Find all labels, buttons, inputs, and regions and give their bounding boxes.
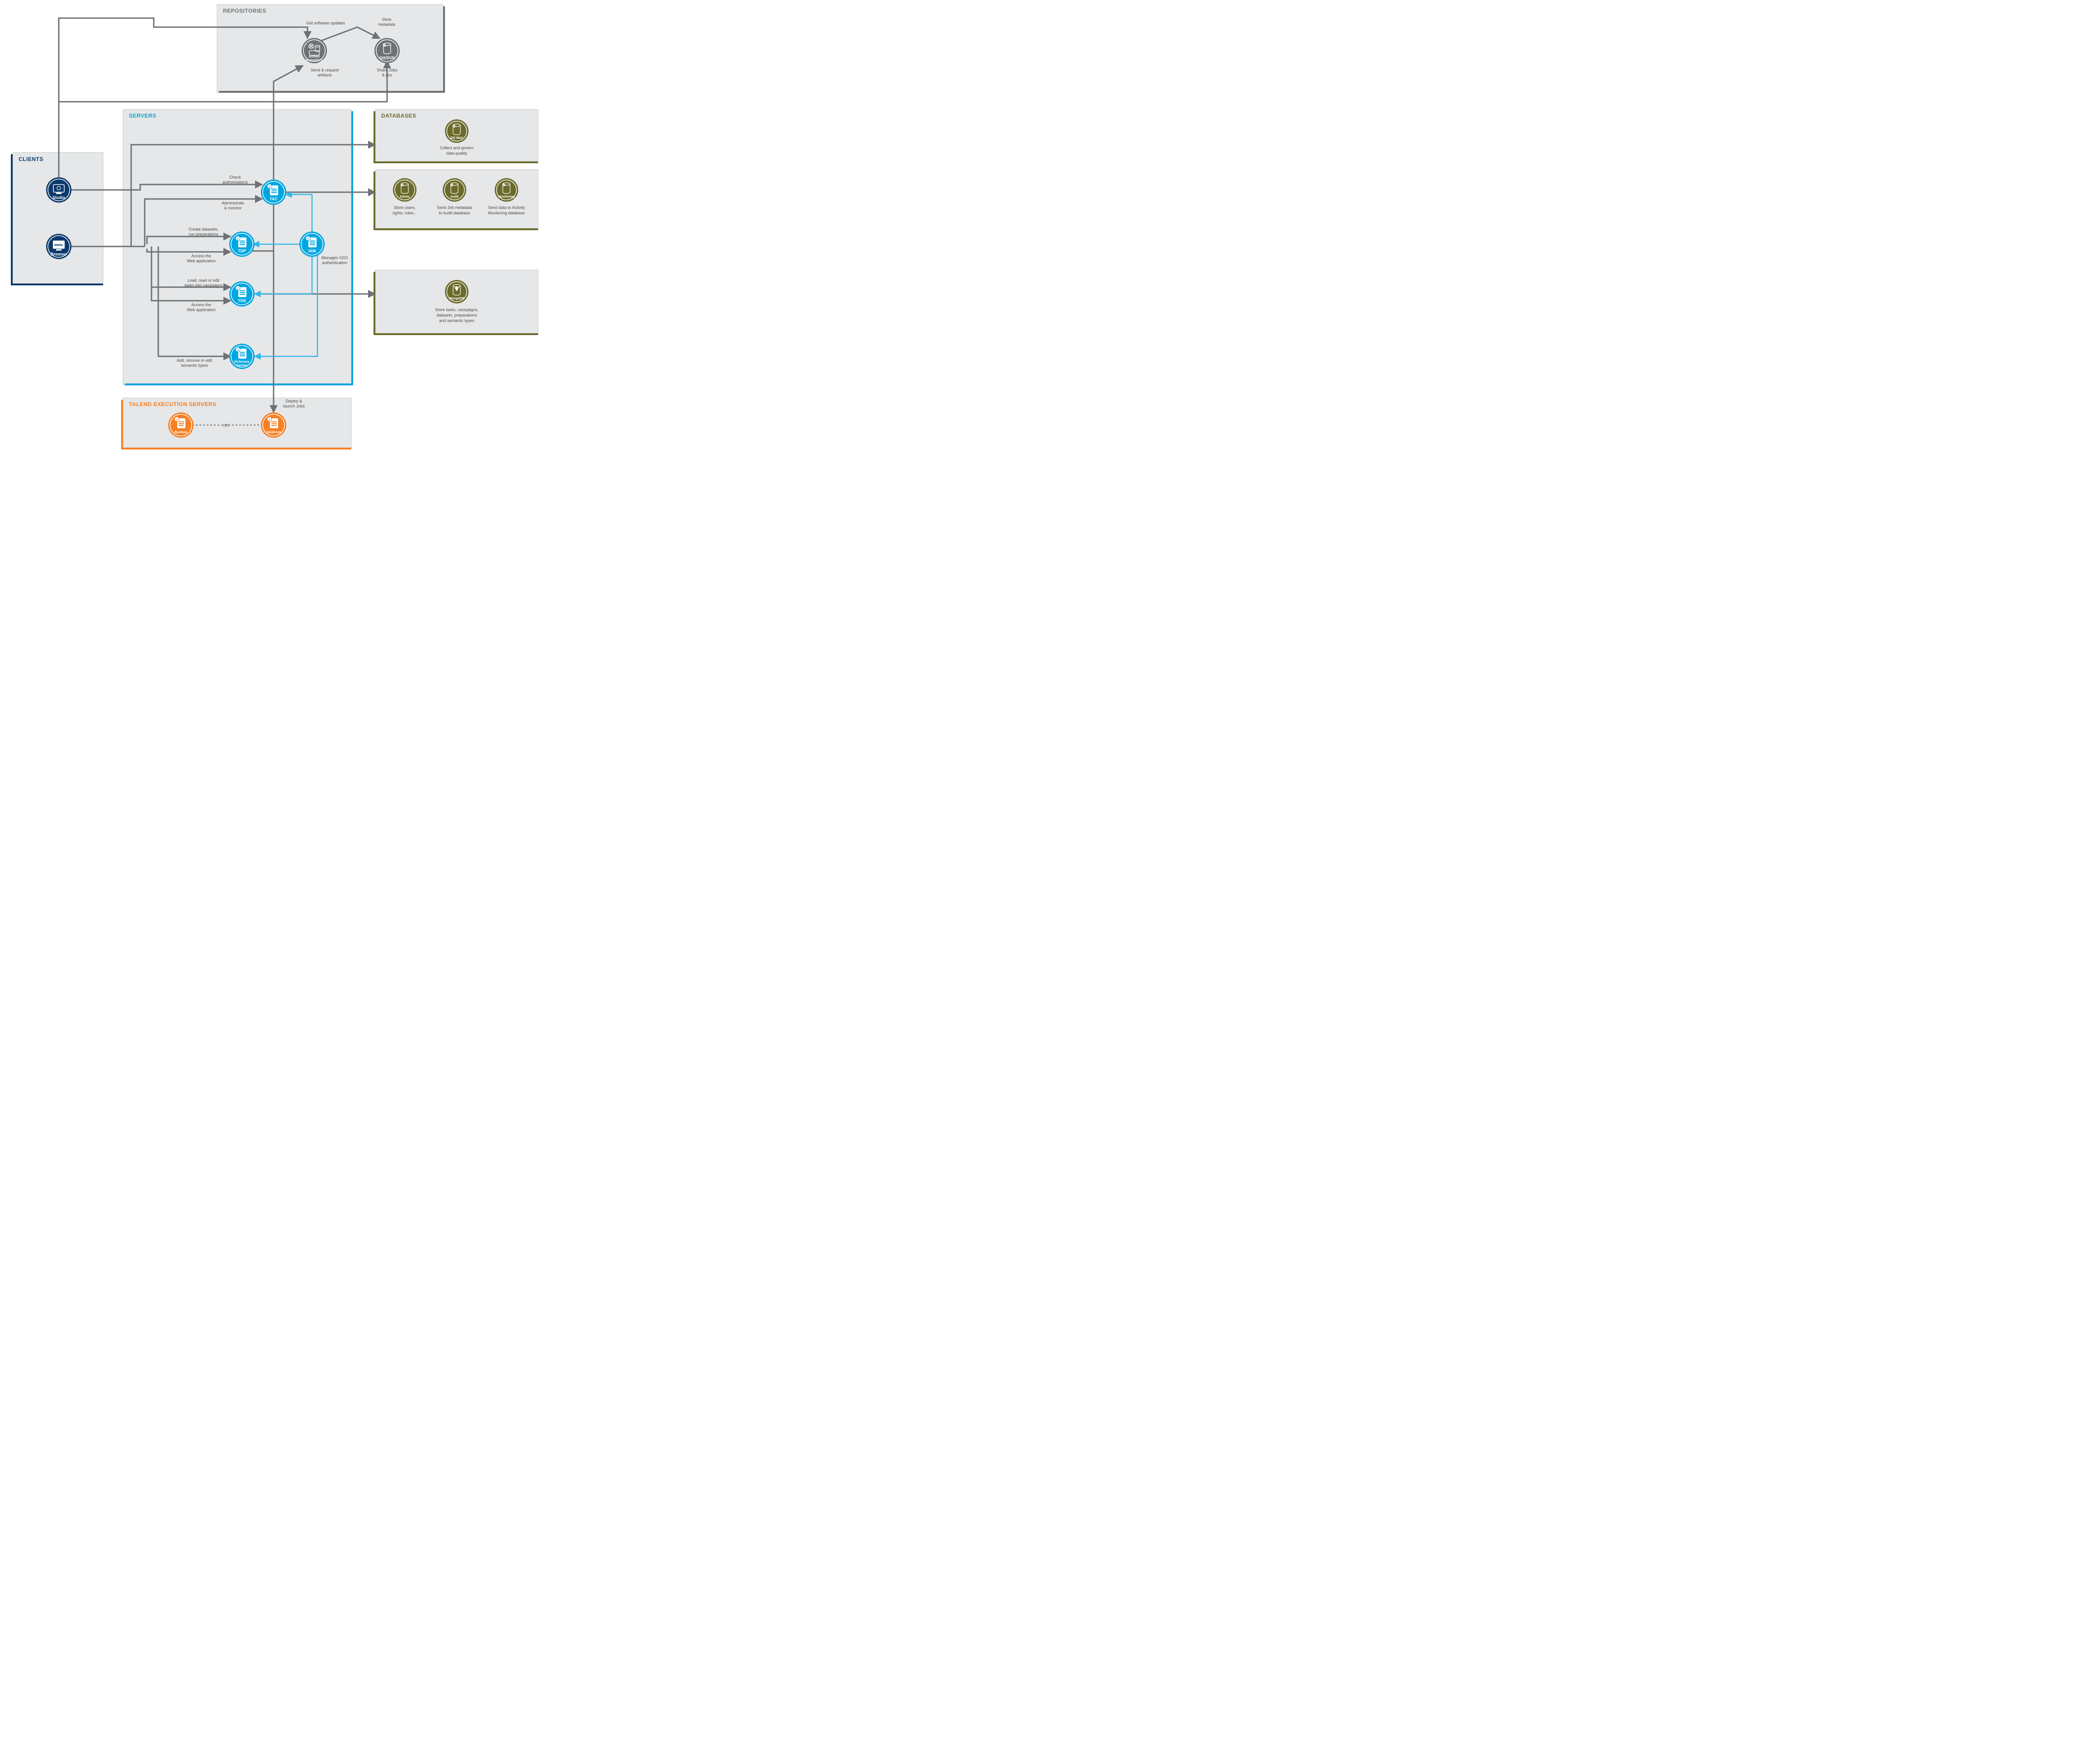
svg-text:Deploy &: Deploy & — [286, 399, 303, 403]
node-artifact-repo: Artifact Repository — [302, 38, 327, 63]
svg-text:data quality: data quality — [446, 151, 468, 156]
svg-text:Service: Service — [236, 364, 248, 367]
node-jobserver: t JobServer — [261, 412, 286, 438]
svg-text:metadata: metadata — [378, 22, 395, 27]
node-admin: t Admin — [393, 178, 416, 202]
svg-text:tasks into campaigns: tasks into campaigns — [184, 283, 223, 288]
svg-text:& doc: & doc — [382, 73, 393, 77]
clients-title: CLIENTS — [19, 156, 43, 162]
svg-text:to Audit database: to Audit database — [439, 211, 470, 215]
node-tdp: t TDP — [229, 232, 255, 257]
svg-text:Access the: Access the — [191, 303, 211, 307]
svg-text:Audit: Audit — [450, 195, 459, 199]
node-tds: t TDS — [229, 281, 255, 307]
svg-text:IAM: IAM — [308, 249, 316, 253]
svg-text:TDP: TDP — [238, 249, 246, 253]
svg-text:Admin: Admin — [400, 195, 410, 199]
svg-text:Send & request: Send & request — [311, 68, 339, 72]
svg-text:Monitoring database: Monitoring database — [488, 211, 525, 215]
svg-text:TAC: TAC — [270, 197, 278, 201]
svg-text:datasets, preparations: datasets, preparations — [436, 313, 477, 317]
group-clients: CLIENTS — [11, 152, 103, 285]
svg-text:Studio: Studio — [52, 195, 65, 200]
svg-text:Send data to Activity: Send data to Activity — [488, 205, 525, 210]
node-dictionary: t Dictionary Service — [229, 344, 255, 369]
svg-text:Access the: Access the — [191, 254, 211, 258]
svg-text:Collect and govern: Collect and govern — [440, 146, 473, 150]
node-mongodb: MongoDB — [445, 280, 468, 303]
servers-title: SERVERS — [129, 113, 156, 119]
node-monitoring: t Monitoring — [495, 178, 518, 202]
svg-text:run preparations: run preparations — [189, 232, 218, 237]
svg-text:OR: OR — [223, 423, 229, 428]
svg-text:Dictionary: Dictionary — [234, 360, 250, 364]
svg-text:Create datasets,: Create datasets, — [189, 227, 218, 232]
svg-text:Store tasks, campaigns,: Store tasks, campaigns, — [435, 308, 478, 312]
svg-text:Load, read or edit: Load, read or edit — [188, 278, 220, 283]
svg-text:& monitor: & monitor — [224, 206, 242, 210]
svg-text:Browser: Browser — [51, 252, 67, 256]
node-tac: t TAC — [261, 180, 286, 205]
node-dqmart: t DQ Mart — [445, 119, 468, 143]
svg-text:DQ Mart: DQ Mart — [450, 137, 463, 140]
svg-text:semantic types: semantic types — [181, 363, 208, 368]
svg-text:launch Jobs: launch Jobs — [283, 404, 305, 408]
node-runtime: t Runtime — [168, 412, 194, 438]
group-execution: TALEND EXECUTION SERVERS — [121, 398, 351, 449]
node-browser: www. Browser — [46, 234, 71, 259]
databases-title: DATABASES — [381, 113, 416, 119]
svg-text:www.: www. — [54, 243, 64, 247]
node-iam: t IAM — [299, 232, 325, 257]
node-gitsvn: t Git/SVN — [374, 38, 400, 63]
svg-text:rights, roles...: rights, roles... — [393, 211, 417, 215]
svg-text:Web application: Web application — [187, 259, 216, 263]
svg-text:TDS: TDS — [238, 298, 246, 303]
execution-title: TALEND EXECUTION SERVERS — [129, 401, 217, 407]
svg-text:Check: Check — [229, 175, 241, 180]
architecture-diagram: REPOSITORIES CLIENTS SERVERS DATABASES T… — [0, 0, 543, 452]
node-audit: t Audit — [443, 178, 466, 202]
svg-text:Share Jobs: Share Jobs — [377, 68, 397, 72]
svg-text:Runtime: Runtime — [175, 431, 187, 434]
svg-text:authorizations: authorizations — [222, 180, 248, 185]
svg-text:Web application: Web application — [187, 308, 216, 312]
svg-text:Store users,: Store users, — [394, 205, 416, 210]
svg-text:and semantic types: and semantic types — [439, 318, 474, 323]
svg-text:Repository: Repository — [306, 59, 323, 62]
svg-text:Manages SSO: Manages SSO — [322, 255, 348, 260]
node-studio: Studio — [46, 177, 71, 203]
svg-text:authentication: authentication — [322, 260, 347, 265]
svg-text:Send Job metadata: Send Job metadata — [437, 205, 472, 210]
svg-text:Administrate: Administrate — [222, 201, 244, 205]
svg-text:Artifact: Artifact — [309, 55, 320, 58]
svg-text:Add, remove or edit: Add, remove or edit — [177, 358, 213, 363]
repositories-title: REPOSITORIES — [223, 8, 266, 14]
svg-text:MongoDB: MongoDB — [449, 297, 464, 300]
svg-text:Monitoring: Monitoring — [498, 195, 515, 199]
svg-text:Store: Store — [382, 17, 392, 22]
svg-text:JobServer: JobServer — [266, 431, 282, 434]
group-repositories: REPOSITORIES — [217, 5, 445, 93]
svg-text:Get software updates: Get software updates — [306, 21, 345, 25]
svg-text:artifacts: artifacts — [317, 73, 332, 77]
svg-text:Git/SVN: Git/SVN — [379, 56, 395, 60]
